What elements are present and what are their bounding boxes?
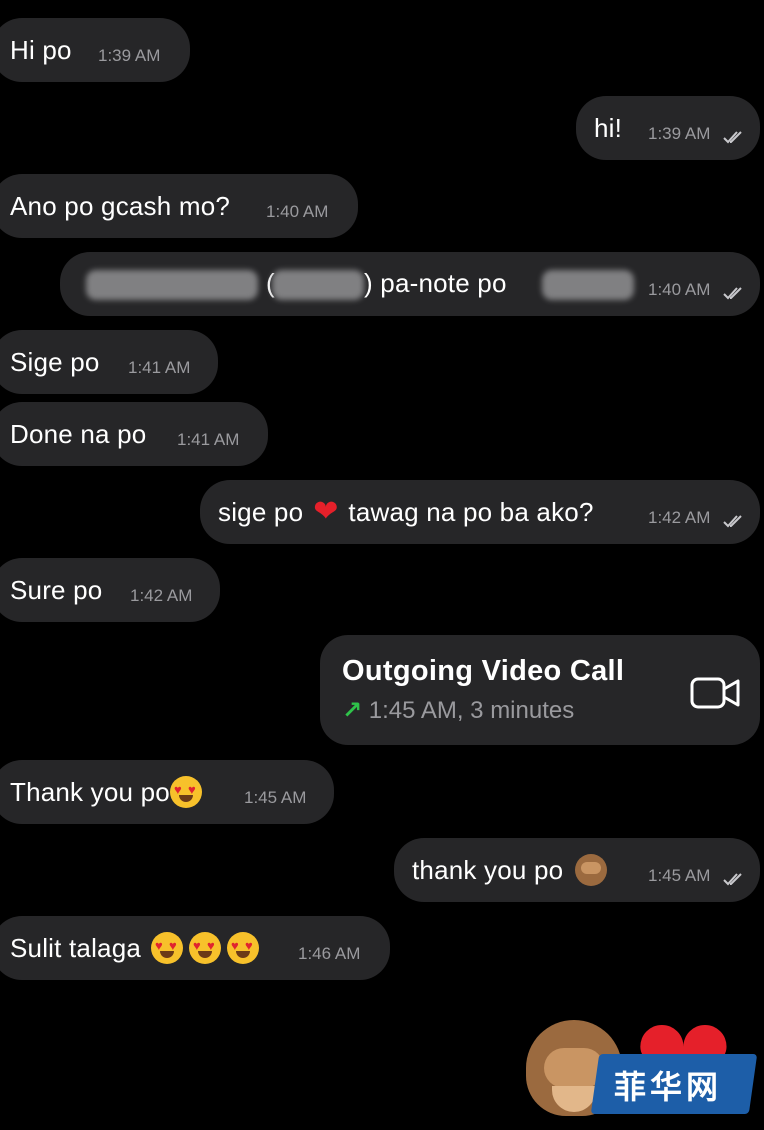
message-text-part: sige po [218,496,304,527]
read-receipt-icon [723,873,742,886]
call-detail-row: ↗ 1:45 AM, 3 minutes [342,696,738,725]
message-text: Thank you po [10,776,170,807]
message-time: 1:45 AM [648,866,711,885]
message-time: 1:40 AM [648,280,711,299]
message-outgoing[interactable]: thank you po 1:45 AM [394,838,760,902]
read-receipt-icon [723,515,742,528]
message-outgoing[interactable]: sige po ❤ tawag na po ba ako? 1:42 AM [200,480,760,544]
message-incoming[interactable]: Done na po 1:41 AM [0,402,268,466]
see-no-evil-monkey-emoji [575,854,608,886]
message-time: 1:41 AM [128,358,191,377]
message-text: thank you po [412,854,564,885]
call-detail: 1:45 AM, 3 minutes [368,697,575,724]
read-receipt-icon [723,287,742,300]
message-time: 1:41 AM [177,430,240,449]
message-incoming[interactable]: Sige po 1:41 AM [0,330,218,394]
heart-eyes-emoji: ♥ ♥ [227,932,260,964]
read-receipt-icon [723,131,742,144]
message-time: 1:40 AM [266,202,329,221]
message-time: 1:45 AM [244,788,307,807]
message-time: 1:46 AM [298,944,361,963]
message-text-part: ) pa-note po [364,268,507,298]
message-time: 1:39 AM [648,124,711,143]
message-time: 1:42 AM [648,508,711,527]
message-incoming[interactable]: Sulit talaga ♥ ♥ ♥ ♥ ♥ ♥ 1:46 AM [0,916,390,980]
video-camera-icon[interactable] [690,675,742,711]
message-incoming[interactable]: Ano po gcash mo? 1:40 AM [0,174,358,238]
message-text-part: tawag na po ba ako? [348,496,594,527]
redaction-blur [272,270,364,300]
message-text: Ano po gcash mo? [10,190,231,221]
message-text: Done na po [10,418,147,449]
video-call-card[interactable]: Outgoing Video Call ↗ 1:45 AM, 3 minutes [320,635,760,745]
message-text: Sure po [10,574,103,605]
message-text: Sige po [10,346,100,377]
red-heart-emoji: ❤ [313,495,339,528]
message-incoming[interactable]: Thank you po ♥ ♥ 1:45 AM [0,760,334,824]
heart-eyes-emoji: ♥ ♥ [151,932,184,964]
outgoing-arrow-icon: ↗ [342,697,363,724]
redaction-blur [86,270,258,300]
redaction-blur [542,270,634,300]
message-outgoing[interactable]: hi! 1:39 AM [576,96,760,160]
message-time: 1:39 AM [98,46,161,65]
message-incoming[interactable]: Hi po 1:39 AM [0,18,190,82]
heart-eyes-emoji: ♥ ♥ [189,932,222,964]
message-text: Hi po [10,34,72,65]
message-outgoing[interactable]: ( ) pa-note po 1:40 AM [60,252,760,316]
message-time: 1:42 AM [130,586,193,605]
call-title: Outgoing Video Call [342,655,625,687]
message-incoming[interactable]: Sure po 1:42 AM [0,558,220,622]
heart-eyes-emoji: ♥ ♥ [169,776,202,808]
message-text: hi! [594,112,623,143]
message-text: Sulit talaga [10,932,142,963]
watermark-text: 菲华网 [614,1068,723,1106]
